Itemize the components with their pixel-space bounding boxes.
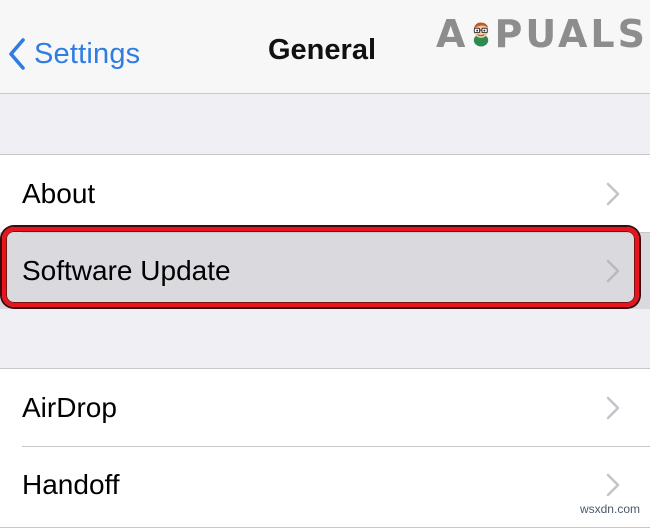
- row-label-about: About: [22, 177, 96, 209]
- row-label-airdrop: AirDrop: [22, 391, 117, 423]
- chevron-right-icon: [606, 259, 620, 282]
- row-about[interactable]: About: [0, 155, 650, 232]
- navigation-bar: Settings General A PUALS: [0, 0, 650, 94]
- watermark: wsxdn.com: [579, 502, 640, 516]
- appuals-logo: A PUALS: [436, 6, 648, 62]
- chevron-right-icon: [606, 182, 620, 205]
- logo-text-left: A: [436, 12, 469, 56]
- settings-group-1: About Software Update: [0, 154, 650, 309]
- row-handoff[interactable]: Handoff: [0, 446, 650, 523]
- settings-group-2: AirDrop Handoff: [0, 368, 650, 528]
- chevron-right-icon: [606, 473, 620, 496]
- row-software-update[interactable]: Software Update: [0, 232, 650, 309]
- row-label-software-update: Software Update: [22, 254, 231, 286]
- mascot-icon: [474, 22, 489, 47]
- logo-text-right: PUALS: [494, 12, 648, 56]
- chevron-right-icon: [606, 396, 620, 419]
- row-airdrop[interactable]: AirDrop: [0, 369, 650, 446]
- row-label-handoff: Handoff: [22, 468, 120, 500]
